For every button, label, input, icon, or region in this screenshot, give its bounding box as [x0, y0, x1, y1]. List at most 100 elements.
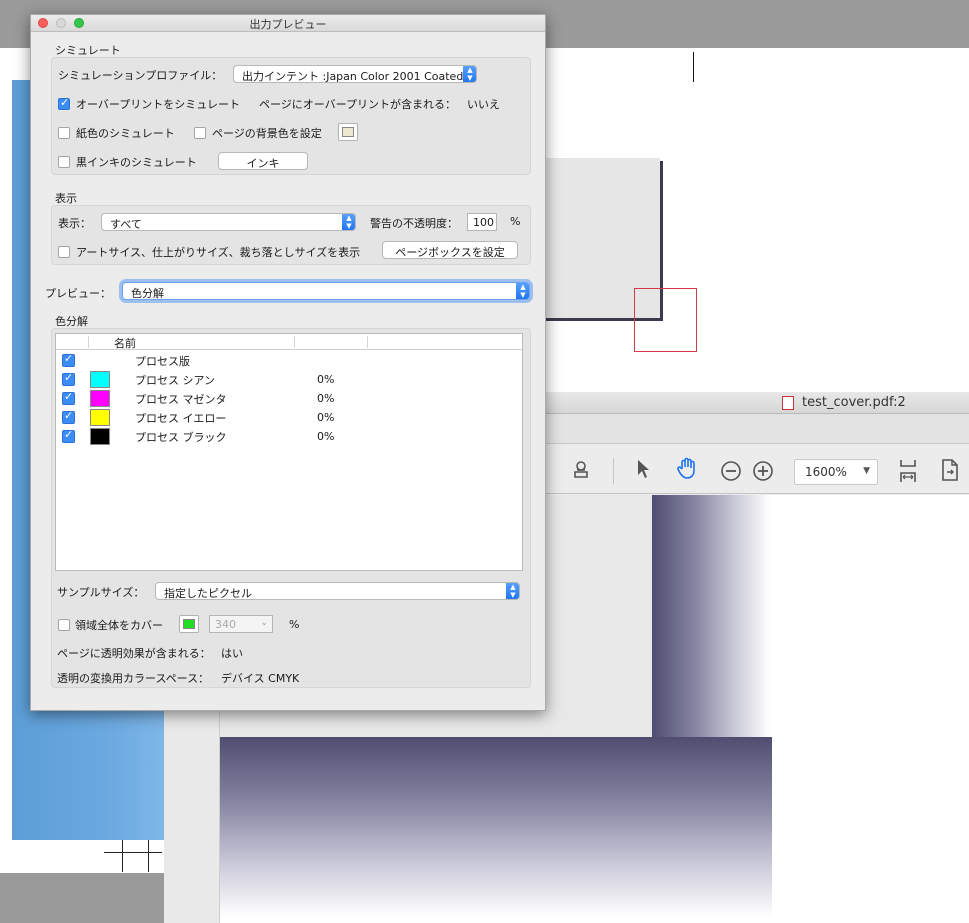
page-box-button[interactable]: ページボックスを設定 [382, 241, 518, 259]
sample-size-select[interactable]: 指定したピクセル ▲ ▼ [155, 582, 520, 600]
list-item[interactable]: プロセス版 [56, 351, 522, 370]
output-preview-dialog: 出力プレビュー シミュレート シミュレーションプロファイル： 出力インテント :… [30, 14, 546, 711]
toolbar-separator [613, 458, 614, 484]
paper-color-label: 紙色のシミュレート [76, 127, 175, 140]
zoom-in-icon[interactable] [752, 460, 774, 486]
list-item[interactable]: プロセス ブラック 0% [56, 427, 522, 446]
sample-size-label: サンプルサイズ： [57, 586, 145, 599]
page-overprint-label: ページにオーバープリントが含まれる： [259, 98, 457, 111]
shadow-gradient-horizontal [220, 737, 772, 917]
simulate-heading: シミュレート [55, 44, 121, 57]
coverage-value: 340 [215, 618, 236, 631]
ink-button[interactable]: インキ [218, 152, 308, 170]
black-ink-checkbox[interactable] [58, 156, 70, 168]
show-value: すべて [110, 218, 142, 231]
paper-color-checkbox[interactable] [58, 127, 70, 139]
separation-percent: 0% [317, 411, 335, 424]
coverage-label: 領域全体をカバー [75, 619, 163, 632]
display-group: 表示： すべて ▲ ▼ 警告の不透明度： 100 % アートサイス、仕上がりサイズ… [51, 205, 531, 265]
coverage-percent: % [289, 618, 300, 631]
sample-size-value: 指定したピクセル [164, 587, 252, 600]
crop-mark [104, 852, 162, 853]
arrow-pointer-icon[interactable] [636, 459, 650, 483]
hand-icon[interactable] [676, 456, 700, 484]
separation-checkbox[interactable] [62, 409, 75, 424]
coverage-checkbox[interactable] [58, 619, 70, 631]
column-separator [294, 336, 295, 348]
blend-space-label: 透明の変換用カラースペース： [57, 672, 210, 685]
separation-swatch [90, 428, 110, 445]
zoom-level-value: 1600% [805, 465, 847, 479]
black-ink-label: 黒インキのシミュレート [76, 156, 197, 169]
column-name-header[interactable]: 名前 [114, 335, 136, 351]
list-item[interactable]: プロセス イエロー 0% [56, 408, 522, 427]
stepper-icon: ▲ ▼ [506, 583, 519, 599]
zoom-level-select[interactable]: 1600% ▼ [794, 459, 878, 485]
fit-page-icon[interactable] [898, 458, 918, 488]
preview-value: 色分解 [131, 287, 164, 300]
dialog-title: 出力プレビュー [249, 18, 327, 31]
transparency-value: はい [221, 647, 243, 660]
page-overprint-value: いいえ [467, 98, 500, 111]
page-bg-label: ページの背景色を設定 [212, 127, 322, 140]
zoom-out-icon[interactable] [720, 460, 742, 486]
separation-checkbox[interactable] [62, 371, 75, 386]
simulate-group: シミュレーションプロファイル： 出力インテント :Japan Color 200… [51, 57, 531, 175]
pdf-file-icon [782, 396, 794, 410]
overprint-label: オーバープリントをシミュレート [76, 98, 241, 111]
art-trim-checkbox[interactable] [58, 246, 70, 258]
preview-select[interactable]: 色分解 ▲ ▼ [122, 282, 530, 300]
separation-name: プロセス マゼンタ [135, 393, 227, 406]
separation-percent: 0% [317, 392, 335, 405]
stamp-icon[interactable] [570, 460, 592, 484]
separation-percent: 0% [317, 430, 335, 443]
separation-swatch [90, 390, 110, 407]
separations-heading: 色分解 [55, 315, 88, 328]
separation-name: プロセス シアン [135, 374, 216, 387]
profile-label: シミュレーションプロファイル： [58, 69, 223, 82]
dialog-titlebar: 出力プレビュー [31, 15, 545, 32]
page-bg-swatch [342, 127, 354, 137]
separation-checkbox[interactable] [62, 428, 75, 443]
column-separator [88, 336, 89, 348]
separations-list-header: 名前 [56, 334, 522, 350]
separation-swatch [90, 371, 110, 388]
overprint-checkbox[interactable] [58, 96, 70, 110]
profile-value: 出力インテント :Japan Color 2001 Coated [242, 70, 464, 83]
document-title: test_cover.pdf:2 [802, 395, 906, 410]
warning-opacity-label: 警告の不透明度： [370, 217, 458, 230]
crop-mark [148, 840, 149, 872]
list-item[interactable]: プロセス マゼンタ 0% [56, 389, 522, 408]
warning-opacity-percent: % [510, 215, 521, 228]
separation-name: プロセス版 [135, 355, 190, 368]
separation-checkbox[interactable] [62, 352, 75, 367]
page-bg-checkbox[interactable] [194, 127, 206, 139]
red-selection-box [634, 288, 697, 352]
crop-mark [122, 840, 123, 872]
profile-select[interactable]: 出力インテント :Japan Color 2001 Coated ▲ ▼ [233, 65, 477, 83]
display-heading: 表示 [55, 192, 77, 205]
export-icon[interactable] [940, 458, 960, 486]
separation-name: プロセス ブラック [135, 431, 227, 444]
chevron-down-icon: ▼ [863, 466, 870, 476]
show-label: 表示： [58, 217, 91, 230]
list-item[interactable]: プロセス シアン 0% [56, 370, 522, 389]
separation-checkbox[interactable] [62, 390, 75, 405]
separations-list[interactable]: 名前 プロセス版プロセス シアン 0% プロセス マゼンタ 0% プロセス イエロー 0%… [55, 333, 523, 571]
preview-label: プレビュー： [45, 287, 111, 300]
warning-opacity-field[interactable]: 100 [467, 213, 497, 231]
chevron-down-icon: ⌄ [260, 618, 268, 628]
blend-space-value: デバイス CMYK [221, 672, 300, 685]
stepper-icon: ▲ ▼ [516, 283, 529, 299]
art-trim-label: アートサイス、仕上がりサイズ、裁ち落としサイズを表示 [76, 246, 361, 259]
separation-name: プロセス イエロー [135, 412, 227, 425]
transparency-label: ページに透明効果が含まれる： [57, 647, 211, 660]
coverage-value-field[interactable]: 340 ⌄ [209, 615, 273, 633]
stepper-icon: ▲ ▼ [342, 214, 355, 230]
column-separator [367, 336, 368, 348]
show-select[interactable]: すべて ▲ ▼ [101, 213, 356, 231]
coverage-color-well[interactable] [179, 615, 199, 633]
stepper-icon: ▲ ▼ [463, 66, 476, 82]
separation-percent: 0% [317, 373, 335, 386]
page-bg-color-well[interactable] [338, 123, 358, 141]
